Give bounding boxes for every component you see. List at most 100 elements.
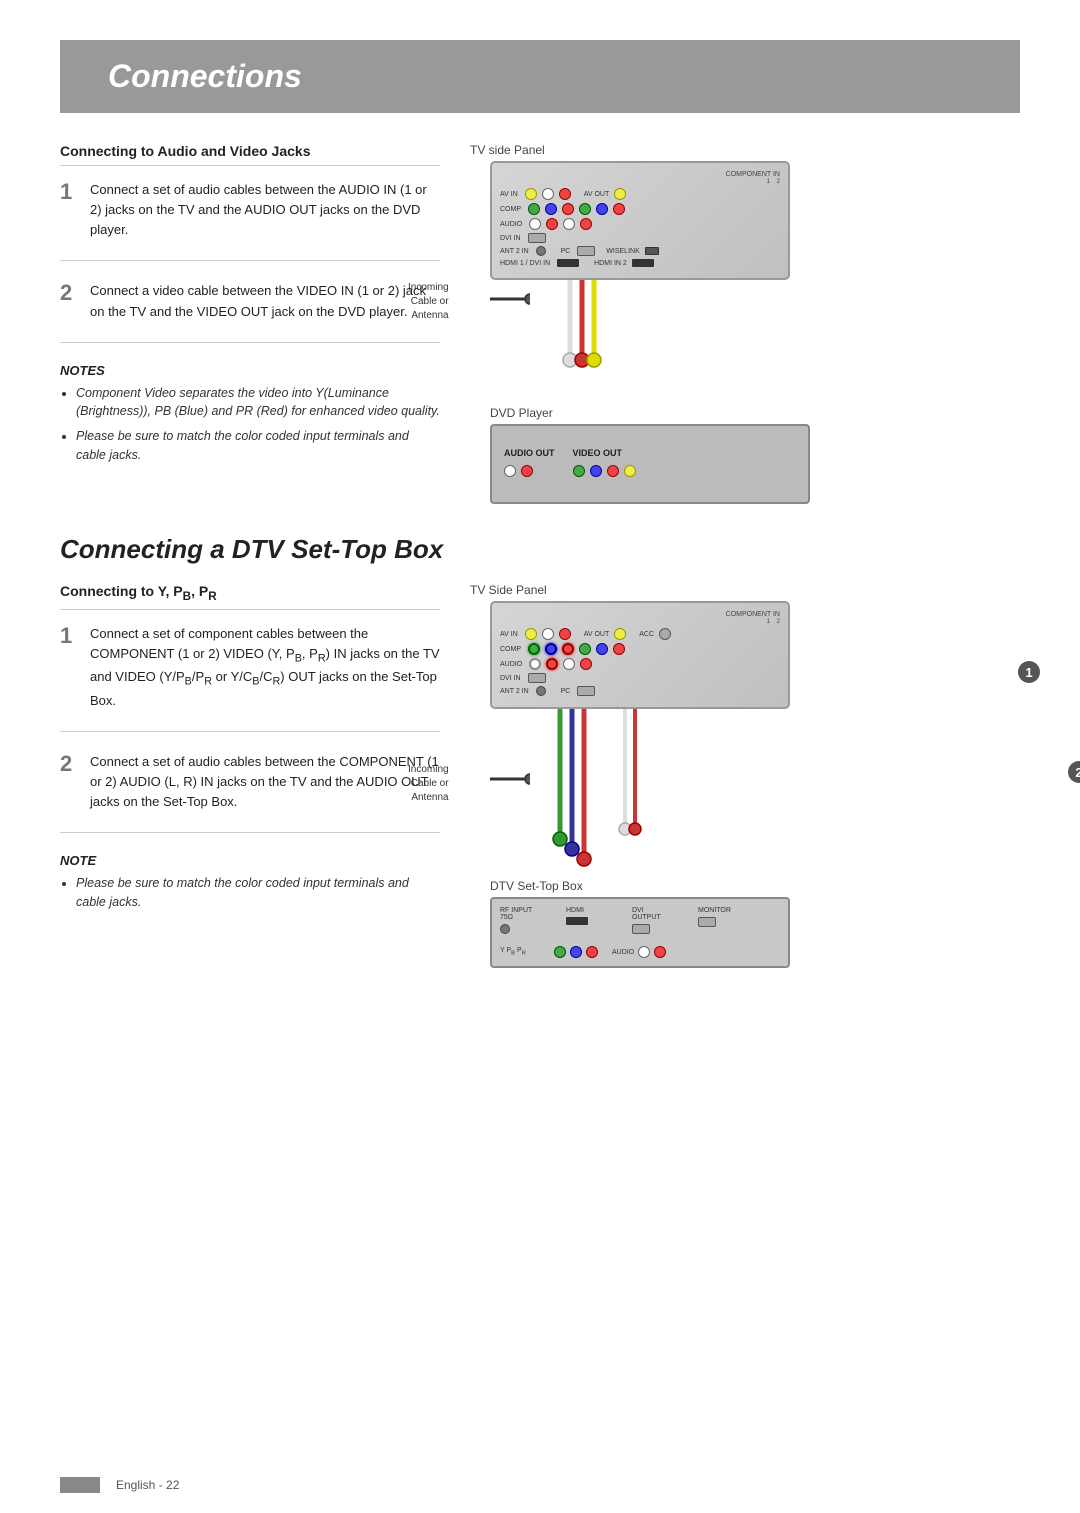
dtv-box: RF INPUT75Ω HDMI DVIOUTPUT MONITOR xyxy=(490,897,790,968)
comp-label2: COMP xyxy=(500,646,523,653)
step2-1: 1 Connect a set of component cables betw… xyxy=(60,624,440,732)
dvd-pb xyxy=(590,465,602,477)
dvd-video-row xyxy=(573,465,636,477)
audio-r2 xyxy=(580,218,592,230)
hdmi2-label: HDMI IN 2 xyxy=(594,260,627,267)
comp-row2: COMP xyxy=(500,643,780,655)
note2-list: Please be sure to match the color coded … xyxy=(60,874,440,912)
diagram1-top-label: TV side Panel xyxy=(470,143,1020,157)
comp-y2 xyxy=(579,203,591,215)
dvi-row2: DVI IN xyxy=(500,673,780,683)
av-out-yellow xyxy=(614,188,626,200)
badge-2: 2 xyxy=(1068,761,1080,783)
audio-l1 xyxy=(529,218,541,230)
comp-pb2 xyxy=(596,203,608,215)
step1-1: 1 Connect a set of audio cables between … xyxy=(60,180,440,261)
note1-item1: Component Video separates the video into… xyxy=(76,384,440,422)
av-out-label: AV OUT xyxy=(584,191,610,198)
section2-left: Connecting to Y, PB, PR 1 Connect a set … xyxy=(60,583,440,968)
hdmi-out-label: HDMI xyxy=(566,907,626,914)
pc-port2 xyxy=(577,686,595,696)
dtv-monitor-area: MONITOR xyxy=(698,907,758,934)
dvi-port xyxy=(528,233,546,243)
audio-l2 xyxy=(563,218,575,230)
step2-1-number: 1 xyxy=(60,624,82,711)
comp-label1: COMP xyxy=(500,206,523,213)
dtv-dvi-area: DVIOUTPUT xyxy=(632,907,692,934)
ant-label2: ANT 2 IN xyxy=(500,688,531,695)
rf-coax xyxy=(500,924,510,934)
notes1-title: NOTES xyxy=(60,363,440,378)
dtv-output-area: Y PB PR AUDIO xyxy=(500,946,780,958)
dvd-label: DVD Player xyxy=(490,406,1020,420)
hdmi-out-port xyxy=(566,917,588,925)
dvd-audio-row xyxy=(504,465,555,477)
footer-bar xyxy=(60,1477,100,1493)
step2-2: 2 Connect a set of audio cables between … xyxy=(60,752,440,833)
step1-1-text: Connect a set of audio cables between th… xyxy=(90,180,440,240)
comp-pr-dtv1 xyxy=(562,643,574,655)
av-row: AV IN AV OUT xyxy=(500,188,780,200)
tv-panel-diagram1: COMPONENT IN1 2 AV IN AV OUT COMP xyxy=(490,161,1020,504)
ant-coax2 xyxy=(536,686,546,696)
dvi-label2: DVI IN xyxy=(500,675,523,682)
dvd-label-area: AUDIO OUT xyxy=(504,448,555,480)
dvd-box: AUDIO OUT VIDEO OUT xyxy=(490,424,810,504)
comp-pr xyxy=(562,203,574,215)
pc-label2: PC xyxy=(561,688,573,695)
stb-pr xyxy=(586,946,598,958)
section2-note: NOTE Please be sure to match the color c… xyxy=(60,853,440,912)
usb-port xyxy=(645,247,659,255)
step2-2-text: Connect a set of audio cables between th… xyxy=(90,752,440,812)
dvi-out-port xyxy=(632,924,650,934)
monitor-label: MONITOR xyxy=(698,907,758,914)
comp-in-label: COMPONENT IN1 2 xyxy=(500,171,780,185)
step2-1-text: Connect a set of component cables betwee… xyxy=(90,624,440,711)
dvd-y xyxy=(573,465,585,477)
stb-audio-l xyxy=(638,946,650,958)
hdmi1-port xyxy=(557,259,579,267)
dvd-video xyxy=(624,465,636,477)
av-in-red2 xyxy=(559,628,571,640)
audio-r1 xyxy=(546,218,558,230)
av-in-red xyxy=(559,188,571,200)
diagram2-top-label: TV Side Panel xyxy=(470,583,1020,597)
hdmi2-port xyxy=(632,259,654,267)
av-in-white2 xyxy=(542,628,554,640)
cable-to-tv-svg1 xyxy=(430,279,530,319)
cables-to-dvd-svg xyxy=(490,280,810,410)
av-out-yellow2 xyxy=(614,628,626,640)
audio-l-dtv2 xyxy=(563,658,575,670)
page-header: Connections xyxy=(60,40,1020,113)
stb-pb xyxy=(570,946,582,958)
av-in-yellow xyxy=(525,188,537,200)
stb-audio-r xyxy=(654,946,666,958)
step1-2-text: Connect a video cable between the VIDEO … xyxy=(90,281,440,321)
step1-2: 2 Connect a video cable between the VIDE… xyxy=(60,281,440,342)
section1-notes: NOTES Component Video separates the vide… xyxy=(60,363,440,465)
comp-row1: COMP xyxy=(500,203,780,215)
audio-label1: AUDIO xyxy=(500,221,524,228)
audio-l-dtv1 xyxy=(529,658,541,670)
main-content: Connecting to Audio and Video Jacks 1 Co… xyxy=(0,143,1080,968)
dvd-pr xyxy=(607,465,619,477)
comp-y-dtv2 xyxy=(579,643,591,655)
step1-2-number: 2 xyxy=(60,281,82,321)
section2-row: Connecting to Y, PB, PR 1 Connect a set … xyxy=(60,583,1020,968)
section1-row: Connecting to Audio and Video Jacks 1 Co… xyxy=(60,143,1020,504)
cable-to-tv-svg2 xyxy=(430,759,530,799)
note1-item2: Please be sure to match the color coded … xyxy=(76,427,440,465)
tv-panel-box2: COMPONENT IN1 2 AV IN AV OUT ACC CO xyxy=(490,601,790,709)
audio-out-label2: AUDIO xyxy=(612,949,634,956)
hdmi-row: HDMI 1 / DVI IN HDMI IN 2 xyxy=(500,259,780,267)
dvd-audio-r xyxy=(521,465,533,477)
section1-left: Connecting to Audio and Video Jacks 1 Co… xyxy=(60,143,440,504)
note2-item1: Please be sure to match the color coded … xyxy=(76,874,440,912)
badge-1: 1 xyxy=(1018,661,1040,683)
ant-row: ANT 2 IN PC WISELINK xyxy=(500,246,780,256)
audio-row1: AUDIO xyxy=(500,218,780,230)
comp-pb-dtv1 xyxy=(545,643,557,655)
acc-label: ACC xyxy=(639,631,654,638)
dtv-comp-row: Y PB PR AUDIO xyxy=(500,946,780,958)
notes1-list: Component Video separates the video into… xyxy=(60,384,440,465)
